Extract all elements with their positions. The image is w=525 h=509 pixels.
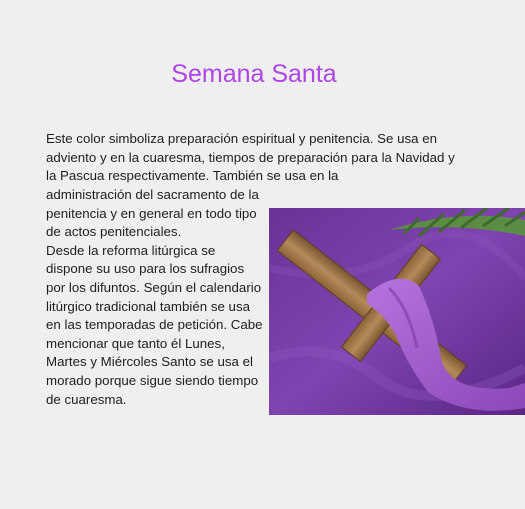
paragraph-penitence: administración del sacramento de la peni… — [46, 187, 259, 240]
paragraph-liturgy: Desde la reforma litúrgica se dispone su… — [46, 242, 263, 407]
intro-text: Este color simboliza preparación espirit… — [46, 131, 455, 184]
cross-photo — [269, 208, 525, 415]
cross-image — [269, 208, 525, 415]
page: Semana Santa Este color simboliza prepar… — [0, 0, 525, 509]
article-text: administración del sacramento de la peni… — [46, 186, 264, 409]
page-title: Semana Santa — [171, 60, 337, 88]
